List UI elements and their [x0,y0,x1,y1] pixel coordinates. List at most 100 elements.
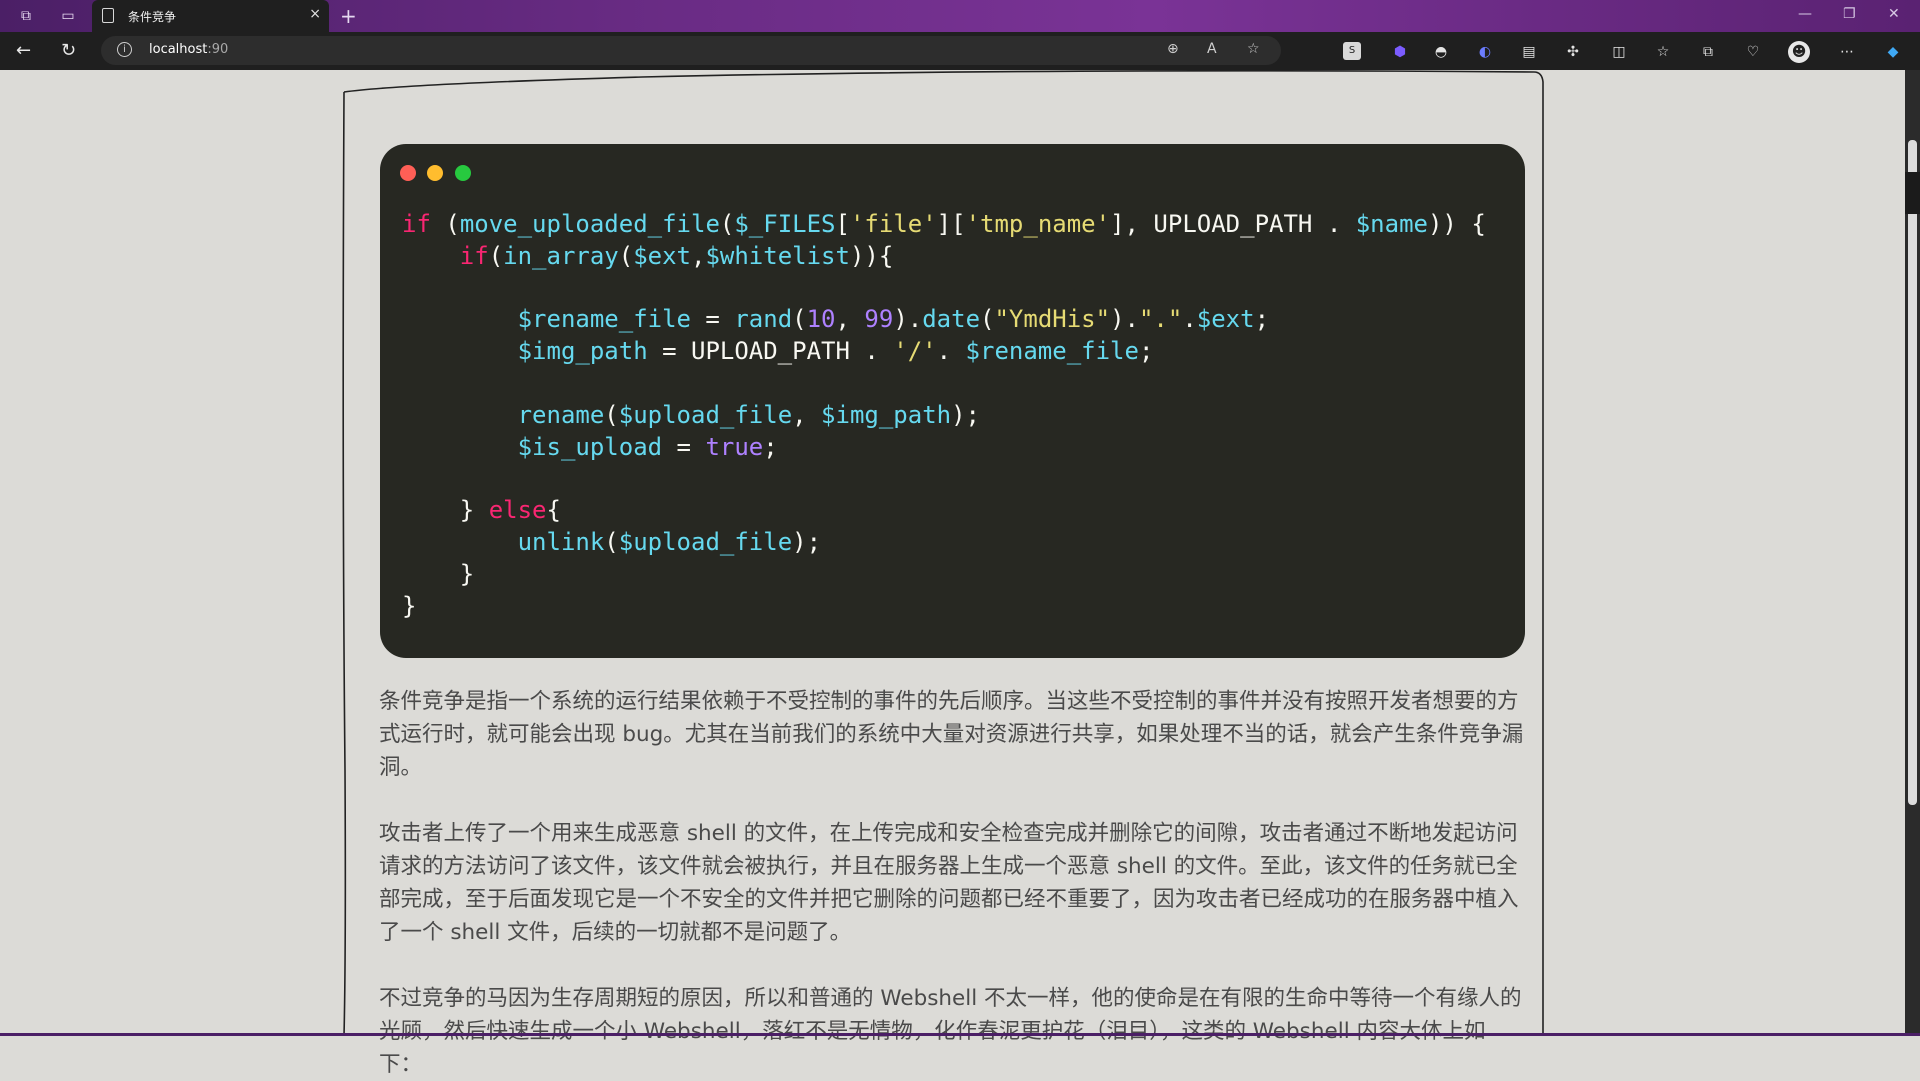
code-token: ], UPLOAD_PATH . [1110,210,1356,238]
code-token: "." [1138,305,1183,334]
code-token: ( [604,400,619,429]
code-token: ( [604,527,619,556]
code-token: = [690,305,735,334]
code-token: = [662,432,706,461]
minimize-icon[interactable]: — [1798,6,1812,22]
back-icon[interactable]: ← [16,40,31,62]
code-token: ( [792,305,807,334]
window-dot-green [455,165,471,181]
code-line: if(in_array($ext,$whitelist)){ [402,241,894,270]
code-token: if [402,210,431,238]
code-token: ( [430,210,460,238]
code-line: if (move_uploaded_file($_FILES['file']['… [402,210,1486,238]
code-token: $ext [633,241,691,270]
code-line: $rename_file = rand(10, 99).date("YmdHis… [402,305,1269,333]
browser-essentials-icon[interactable]: ♡ [1742,41,1764,63]
code-token: 'file' [849,210,937,238]
code-token: date [922,305,981,334]
favorite-star-icon[interactable]: ☆ [1247,41,1260,57]
tab-active[interactable]: 条件竞争 × [92,0,329,32]
restore-icon[interactable]: ❐ [1843,6,1856,22]
close-tab-icon[interactable]: × [309,6,321,22]
extension-hexagon-icon[interactable]: ⬢ [1389,41,1411,63]
code-token: $upload_file [618,400,793,429]
code-token: $rename_file [965,337,1139,366]
code-token: $img_path [517,337,648,366]
workspaces-icon[interactable]: ⧉ [16,6,36,26]
new-tab-button[interactable]: + [340,4,357,28]
extensions-puzzle-icon[interactable]: ✣ [1562,41,1584,63]
code-token: unlink [517,527,605,556]
tab-title: 条件竞争 [128,10,177,24]
code-token: } [402,559,475,588]
code-line: } [402,592,416,620]
code-token: ; [1254,305,1270,334]
copilot-icon[interactable]: ◆ [1882,41,1904,63]
paragraph-1: 条件竞争是指一个系统的运行结果依赖于不受控制的事件的先后顺序。当这些不受控制的事… [379,689,1524,780]
site-info-icon[interactable]: i [117,42,132,57]
profile-avatar[interactable]: ☻ [1788,41,1810,63]
code-token: $upload_file [618,527,793,556]
collections-icon[interactable]: ⧉ [1697,41,1719,63]
code-token: ). [893,305,923,334]
code-token: } [402,496,489,525]
code-token: "YmdHis" [994,305,1111,334]
code-token: '/' [893,337,937,366]
code-token: else [488,496,547,525]
refresh-icon[interactable]: ↻ [61,40,76,62]
code-token: if [459,241,489,270]
code-token: $img_path [821,400,952,429]
code-token: 99 [864,305,894,334]
window-dot-red [400,165,416,181]
paragraph-2: 攻击者上传了一个用来生成恶意 shell 的文件，在上传完成和安全检查完成并删除… [379,821,1519,945]
code-line: } [402,560,474,588]
extension-doc-icon[interactable]: ▤ [1518,41,1540,63]
extension-glasses-icon[interactable]: ◓ [1430,41,1452,63]
code-line: $img_path = UPLOAD_PATH . '/'. $rename_f… [402,337,1154,366]
code-token: $whitelist [705,241,850,270]
extension-translate-icon[interactable]: S [1343,42,1361,60]
code-token: )){ [849,241,894,270]
code-token: ( [618,241,634,270]
code-token: ). [1110,305,1139,334]
code-token: in_array [503,241,619,270]
url-input[interactable]: i localhost:90 ⊕ A ☆ [101,36,1281,65]
code-token: 10 [806,305,836,334]
code-token: { [546,496,561,525]
favorites-icon[interactable]: ☆ [1652,41,1674,63]
code-token: move_uploaded_file [459,210,720,238]
code-token: ][ [936,210,966,238]
url-host: localhost [149,42,208,57]
read-aloud-icon[interactable]: A [1207,41,1217,57]
scrollbar-thumb[interactable] [1908,140,1917,805]
more-options-icon[interactable]: ⋯ [1836,41,1858,63]
code-text: if (move_uploaded_file($_FILES['file']['… [402,209,1486,622]
code-token: , [835,305,865,334]
scrollbar-marker [1905,172,1920,214]
code-token: rename [517,400,605,429]
code-token: [ [835,210,850,238]
code-token: } [402,591,417,620]
url-text: localhost:90 [149,42,228,57]
code-token: = UPLOAD_PATH . [647,337,894,366]
page-icon [102,8,114,23]
extension-blue-icon[interactable]: ◐ [1474,41,1496,63]
code-line: } else{ [402,496,561,524]
title-bar: ⧉ ▭ 条件竞争 × + — ❐ ✕ [0,0,1920,32]
tab-actions-icon[interactable]: ▭ [58,6,78,26]
code-token: , [792,400,822,429]
split-screen-icon[interactable]: ◫ [1608,41,1630,63]
address-toolbar: ← ↻ i localhost:90 ⊕ A ☆ S ⬢ ◓ ◐ ▤ ✣ ◫ ☆… [0,32,1920,70]
code-token: $ext [1196,305,1255,334]
url-port: :90 [207,42,229,57]
code-token: ); [951,400,980,429]
code-token: $is_upload [517,432,663,461]
close-window-icon[interactable]: ✕ [1888,6,1900,22]
zoom-icon[interactable]: ⊕ [1167,41,1179,57]
code-token: 'tmp_name' [965,210,1111,238]
